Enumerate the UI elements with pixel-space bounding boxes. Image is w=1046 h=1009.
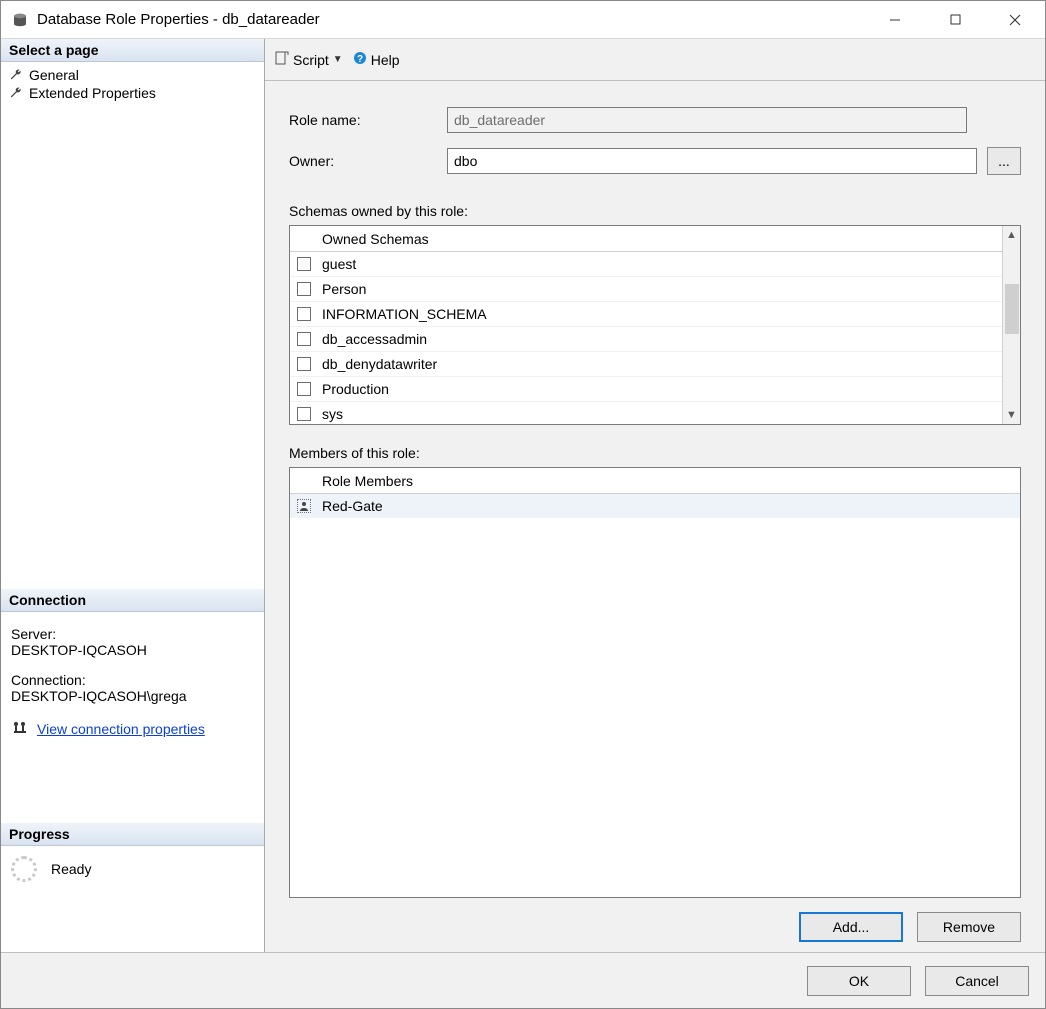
- checkbox-icon[interactable]: [297, 332, 311, 346]
- owner-browse-button[interactable]: ...: [987, 147, 1021, 175]
- user-icon: [297, 499, 311, 513]
- right-panel: Script ▼ ? Help Role name:: [265, 39, 1045, 952]
- schema-row[interactable]: db_accessadmin: [290, 327, 1002, 352]
- progress-box: Ready: [1, 846, 264, 892]
- help-label: Help: [371, 52, 400, 68]
- svg-text:?: ?: [357, 54, 363, 65]
- schema-row[interactable]: guest: [290, 252, 1002, 277]
- schema-name: sys: [318, 406, 343, 422]
- script-icon: [275, 51, 289, 68]
- page-general[interactable]: General: [7, 66, 258, 84]
- checkbox-icon[interactable]: [297, 307, 311, 321]
- page-list: General Extended Properties: [1, 62, 264, 106]
- minimize-button[interactable]: [865, 1, 925, 39]
- schema-name: Production: [318, 381, 389, 397]
- select-page-header: Select a page: [1, 39, 264, 62]
- scroll-down-icon[interactable]: ▼: [1006, 406, 1017, 424]
- view-connection-properties-link[interactable]: View connection properties: [37, 721, 205, 737]
- scroll-up-icon[interactable]: ▲: [1006, 226, 1017, 244]
- member-name: Red-Gate: [318, 498, 383, 514]
- dialog-window: Database Role Properties - db_datareader…: [0, 0, 1046, 1009]
- titlebar: Database Role Properties - db_datareader: [1, 1, 1045, 39]
- schemas-section-label: Schemas owned by this role:: [289, 203, 1021, 219]
- schemas-header-label: Owned Schemas: [318, 231, 429, 247]
- schema-name: Person: [318, 281, 366, 297]
- schema-name: db_accessadmin: [318, 331, 427, 347]
- schema-row[interactable]: sys: [290, 402, 1002, 424]
- connection-props-icon: [11, 718, 29, 739]
- schema-checkbox-cell[interactable]: [290, 332, 318, 346]
- cancel-button[interactable]: Cancel: [925, 966, 1029, 996]
- script-dropdown[interactable]: Script ▼: [275, 51, 343, 68]
- schemas-header-row: Owned Schemas: [290, 226, 1002, 252]
- progress-status: Ready: [51, 861, 91, 877]
- remove-button[interactable]: Remove: [917, 912, 1021, 942]
- window-controls: [865, 1, 1045, 39]
- owner-label: Owner:: [289, 153, 437, 169]
- checkbox-icon[interactable]: [297, 257, 311, 271]
- schemas-scrollbar[interactable]: ▲ ▼: [1002, 226, 1020, 424]
- page-label: General: [29, 67, 79, 83]
- schema-checkbox-cell[interactable]: [290, 357, 318, 371]
- members-header-label: Role Members: [318, 473, 413, 489]
- add-button[interactable]: Add...: [799, 912, 903, 942]
- scroll-thumb[interactable]: [1005, 284, 1019, 334]
- database-icon: [11, 11, 29, 29]
- close-button[interactable]: [985, 1, 1045, 39]
- connection-label: Connection:: [11, 672, 254, 688]
- page-label: Extended Properties: [29, 85, 156, 101]
- owner-input[interactable]: [447, 148, 977, 174]
- members-section-label: Members of this role:: [289, 445, 1021, 461]
- wrench-icon: [9, 68, 23, 82]
- toolbar: Script ▼ ? Help: [265, 39, 1045, 81]
- form-area: Role name: Owner: ... Schemas owned by t…: [265, 81, 1045, 952]
- schemas-listbox[interactable]: Owned Schemas guest Person INFORMATION_SCH…: [289, 225, 1021, 425]
- members-header-row: Role Members: [290, 468, 1020, 494]
- server-value: DESKTOP-IQCASOH: [11, 642, 254, 658]
- checkbox-icon[interactable]: [297, 357, 311, 371]
- schema-checkbox-cell[interactable]: [290, 407, 318, 421]
- dialog-footer: OK Cancel: [1, 952, 1045, 1008]
- left-panel: Select a page General Extended Propertie…: [1, 39, 265, 952]
- schema-name: INFORMATION_SCHEMA: [318, 306, 487, 322]
- progress-spinner-icon: [11, 856, 37, 882]
- connection-header: Connection: [1, 589, 264, 612]
- schema-row[interactable]: db_denydatawriter: [290, 352, 1002, 377]
- wrench-icon: [9, 86, 23, 100]
- page-extended-properties[interactable]: Extended Properties: [7, 84, 258, 102]
- help-button[interactable]: ? Help: [353, 51, 400, 68]
- checkbox-icon[interactable]: [297, 382, 311, 396]
- chevron-down-icon: ▼: [333, 54, 343, 65]
- maximize-button[interactable]: [925, 1, 985, 39]
- checkbox-icon[interactable]: [297, 282, 311, 296]
- schema-name: guest: [318, 256, 356, 272]
- schema-row[interactable]: INFORMATION_SCHEMA: [290, 302, 1002, 327]
- schema-name: db_denydatawriter: [318, 356, 437, 372]
- schema-row[interactable]: Production: [290, 377, 1002, 402]
- schema-checkbox-cell[interactable]: [290, 257, 318, 271]
- ok-button[interactable]: OK: [807, 966, 911, 996]
- schema-checkbox-cell[interactable]: [290, 382, 318, 396]
- schema-checkbox-cell[interactable]: [290, 282, 318, 296]
- connection-info: Server: DESKTOP-IQCASOH Connection: DESK…: [1, 612, 264, 753]
- role-name-label: Role name:: [289, 112, 437, 128]
- server-label: Server:: [11, 626, 254, 642]
- script-label: Script: [293, 52, 329, 68]
- window-title: Database Role Properties - db_datareader: [37, 11, 865, 28]
- help-icon: ?: [353, 51, 367, 68]
- connection-value: DESKTOP-IQCASOH\grega: [11, 688, 254, 704]
- schema-checkbox-cell[interactable]: [290, 307, 318, 321]
- member-row[interactable]: Red-Gate: [290, 494, 1020, 518]
- members-listbox[interactable]: Role Members Red-Gate: [289, 467, 1021, 898]
- role-name-input: [447, 107, 967, 133]
- schema-row[interactable]: Person: [290, 277, 1002, 302]
- checkbox-icon[interactable]: [297, 407, 311, 421]
- progress-header: Progress: [1, 823, 264, 846]
